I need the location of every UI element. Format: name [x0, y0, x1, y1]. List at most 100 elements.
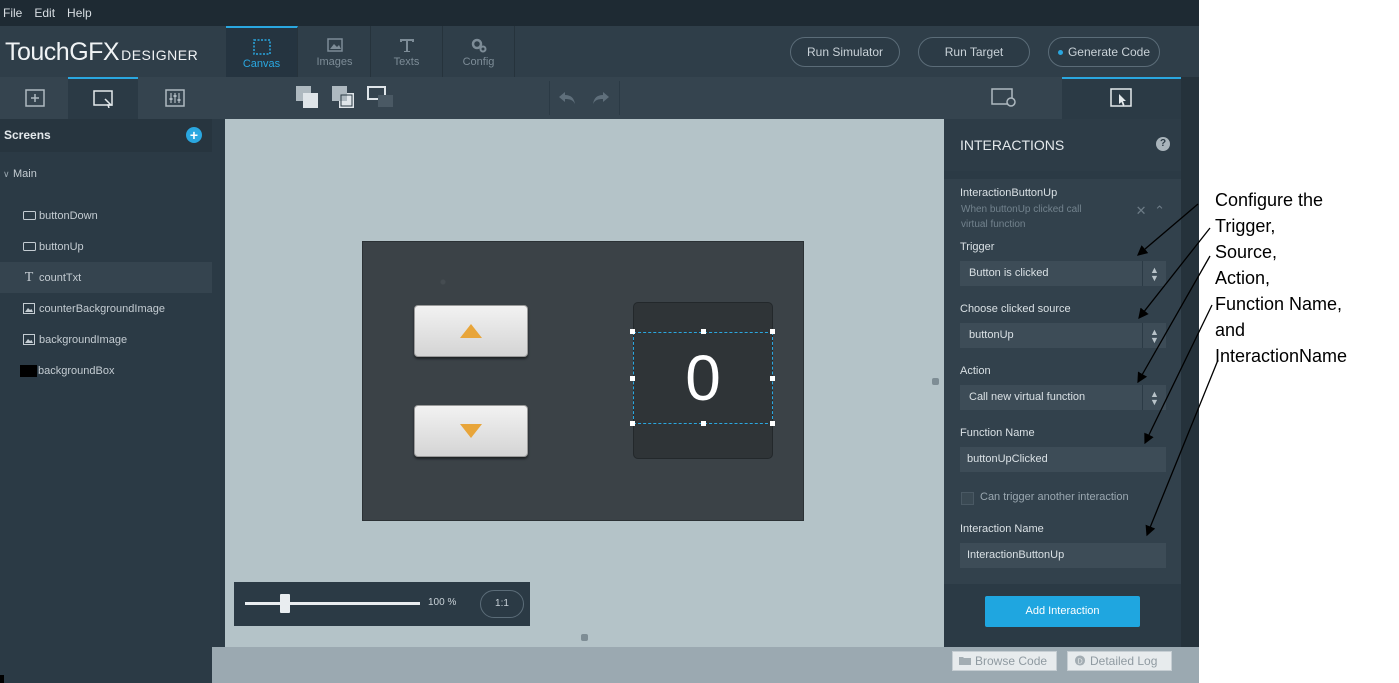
delete-icon[interactable]: ✕ — [1136, 203, 1147, 218]
browse-code-button[interactable]: Browse Code — [952, 651, 1057, 671]
tree-item-backgroundbox[interactable]: backgroundBox — [0, 355, 212, 386]
interactions-panel: INTERACTIONS ? InteractionButtonUp When … — [944, 119, 1181, 647]
count-text-widget[interactable]: 0 — [633, 332, 773, 424]
detailed-log-button[interactable]: D Detailed Log — [1067, 651, 1172, 671]
svg-text:D: D — [1077, 656, 1082, 665]
button-up-widget[interactable] — [414, 305, 528, 357]
select-arrows-icon: ▲ ▼ — [1142, 385, 1166, 410]
tree-item-buttonup[interactable]: buttonUp — [0, 231, 212, 262]
canvas-icon — [252, 39, 271, 55]
annotation-line: Configure the — [1215, 190, 1324, 210]
annotation-line: InteractionName — [1215, 346, 1348, 366]
resize-handle[interactable] — [770, 329, 775, 334]
detailed-log-label: Detailed Log — [1090, 654, 1158, 668]
action-label: Action — [960, 365, 991, 377]
card-controls: ✕ ⌃ — [1136, 203, 1165, 219]
collapse-icon[interactable]: ⌃ — [1154, 203, 1165, 218]
run-simulator-button[interactable]: Run Simulator — [790, 37, 900, 67]
tab-canvas-label: Canvas — [242, 58, 281, 70]
zoom-value: 100 % — [428, 597, 457, 608]
tree-item-counttxt[interactable]: T countTxt — [0, 262, 212, 293]
tab-interactions[interactable] — [1062, 77, 1181, 119]
image-icon — [22, 303, 36, 315]
annotation-callout: Configure the Trigger, Source, Action, F… — [1215, 187, 1395, 369]
tab-canvas[interactable]: Canvas — [226, 26, 298, 77]
tree-item-buttondown[interactable]: buttonDown — [0, 200, 212, 231]
add-widget-icon — [25, 89, 45, 107]
image-icon — [326, 38, 343, 52]
annotation-line: Action, — [1215, 268, 1271, 288]
run-target-button[interactable]: Run Target — [918, 37, 1030, 67]
action-select[interactable]: Call new virtual function ▲ ▼ — [960, 385, 1166, 410]
interaction-icon — [1109, 88, 1132, 107]
resize-handle[interactable] — [630, 329, 635, 334]
button-down-widget[interactable] — [414, 405, 528, 457]
screens-panel: Screens + ∨ Main buttonDown buttonUp T co… — [0, 119, 212, 647]
screen-node-label: Main — [13, 168, 37, 180]
source-select[interactable]: buttonUp ▲ ▼ — [960, 323, 1166, 348]
tab-screen-settings[interactable] — [944, 77, 1063, 119]
generate-code-label: Generate Code — [1067, 45, 1151, 59]
resize-handle[interactable] — [770, 376, 775, 381]
log-icon: D — [1074, 655, 1086, 666]
arrow-down-icon — [460, 424, 482, 438]
resize-handle[interactable] — [770, 421, 775, 426]
box-icon — [20, 364, 37, 377]
redo-icon[interactable] — [591, 90, 611, 106]
add-interaction-button[interactable]: Add Interaction — [985, 596, 1140, 627]
tab-images-label: Images — [316, 56, 353, 68]
arrange-icon[interactable] — [367, 84, 395, 112]
zoom-reset-button[interactable]: 1:1 — [480, 590, 524, 618]
logo-main: TouchGFX — [5, 38, 120, 66]
generate-code-button[interactable]: Generate Code — [1048, 37, 1160, 67]
menu-help[interactable]: Help — [67, 6, 92, 20]
tab-properties[interactable] — [140, 77, 210, 119]
trigger-select[interactable]: Button is clicked ▲ ▼ — [960, 261, 1166, 286]
canvas-resize-grip[interactable] — [581, 634, 588, 641]
screens-title: Screens — [4, 128, 51, 142]
screen-node-main[interactable]: ∨ Main — [0, 152, 212, 200]
tab-images[interactable]: Images — [299, 26, 371, 77]
button-icon — [22, 210, 36, 222]
resize-handle[interactable] — [701, 421, 706, 426]
interactions-header: INTERACTIONS ? — [944, 119, 1181, 171]
tab-texts[interactable]: Texts — [371, 26, 443, 77]
window-edge — [1181, 77, 1199, 647]
menu-edit[interactable]: Edit — [34, 6, 55, 20]
zoom-slider-thumb[interactable] — [280, 594, 290, 613]
tree-item-backgroundimage[interactable]: backgroundImage — [0, 324, 212, 355]
interaction-name-input[interactable]: InteractionButtonUp — [960, 543, 1166, 568]
trigger-value: Button is clicked — [969, 267, 1049, 279]
zoom-slider-track[interactable] — [245, 602, 420, 605]
undo-icon[interactable] — [557, 90, 577, 106]
resize-handle[interactable] — [701, 329, 706, 334]
tab-config[interactable]: Config — [443, 26, 515, 77]
menu-file[interactable]: File — [3, 6, 22, 20]
send-to-back-icon[interactable] — [331, 84, 357, 112]
interaction-name-label: Interaction Name — [960, 523, 1044, 535]
help-icon[interactable]: ? — [1156, 137, 1170, 151]
tab-tree-view[interactable] — [68, 77, 138, 119]
resize-handle[interactable] — [630, 421, 635, 426]
text-icon — [399, 39, 414, 52]
toolbar-divider — [619, 81, 620, 115]
tab-config-label: Config — [462, 56, 495, 68]
image-icon — [22, 334, 36, 346]
canvas-resize-grip[interactable] — [932, 378, 939, 385]
add-screen-button[interactable]: + — [186, 127, 202, 143]
tab-add-widget[interactable] — [0, 77, 70, 119]
tree-item-label: counterBackgroundImage — [39, 302, 165, 315]
zoom-control: 100 % 1:1 — [234, 582, 530, 626]
tree-item-counterbackgroundimage[interactable]: counterBackgroundImage — [0, 293, 212, 324]
select-arrows-icon: ▲ ▼ — [1142, 261, 1166, 286]
design-canvas[interactable]: 0 100 % 1:1 — [225, 119, 944, 647]
can-trigger-checkbox[interactable] — [961, 492, 974, 505]
annotation-line: Function Name, — [1215, 294, 1343, 314]
menu-bar: File Edit Help — [0, 0, 1199, 26]
main-header: TouchGFX DESIGNER Canvas Images Texts Con… — [0, 26, 1199, 77]
bring-to-front-icon[interactable] — [295, 84, 321, 112]
function-name-input[interactable]: buttonUpClicked — [960, 447, 1166, 472]
trigger-label: Trigger — [960, 241, 995, 253]
resize-handle[interactable] — [630, 376, 635, 381]
tab-texts-label: Texts — [393, 56, 420, 68]
